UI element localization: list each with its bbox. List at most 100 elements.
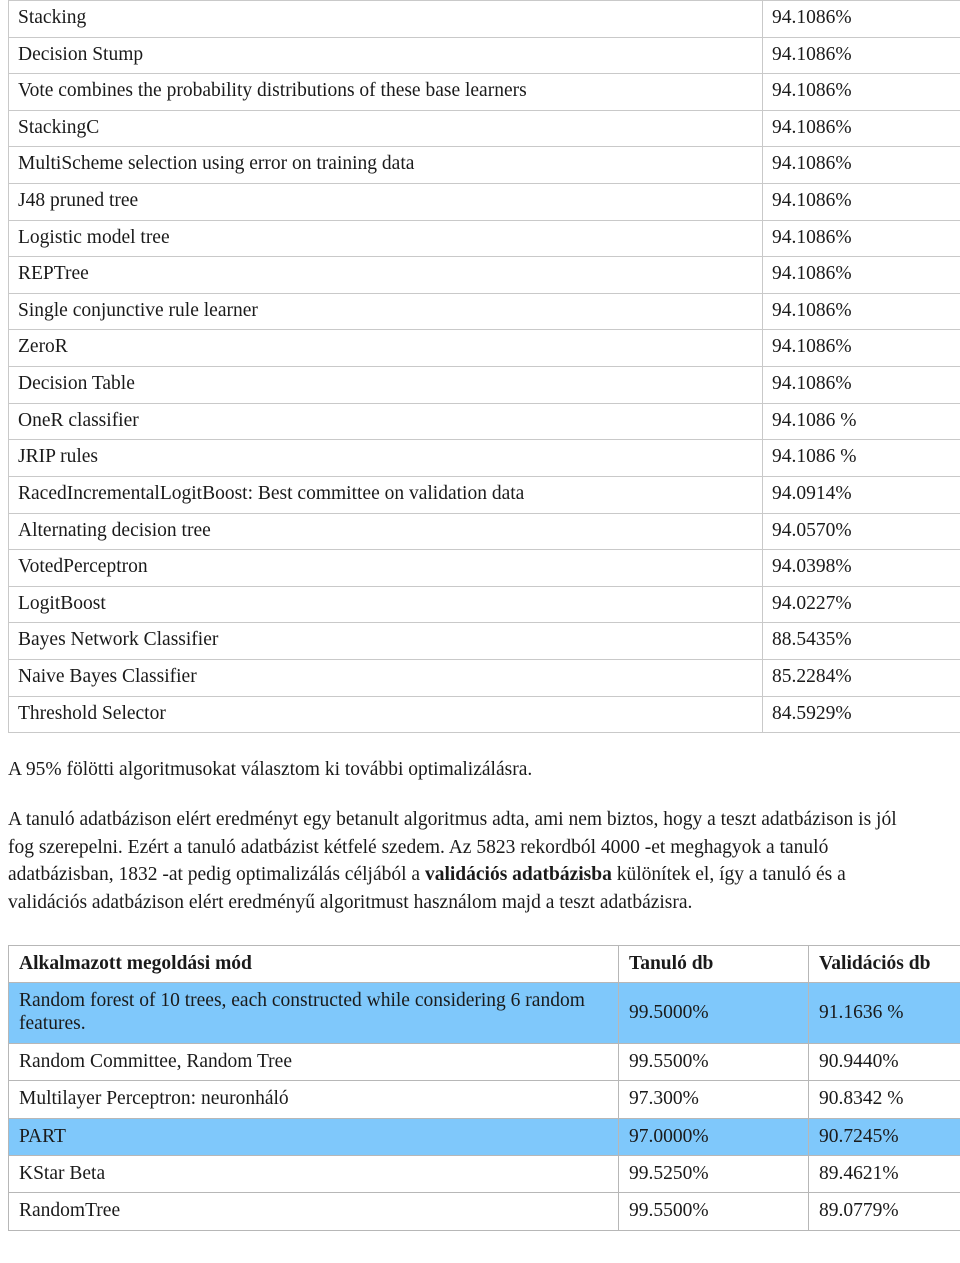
- table-row: Random forest of 10 trees, each construc…: [8, 982, 960, 1044]
- table-row: J48 pruned tree 94.1086%: [8, 183, 960, 221]
- algorithm-accuracy-cell: 85.2284%: [762, 658, 960, 697]
- training-accuracy-cell: 99.5000%: [618, 982, 809, 1044]
- algorithm-name-cell: MultiScheme selection using error on tra…: [8, 146, 763, 185]
- algorithm-name-cell: Logistic model tree: [8, 219, 763, 258]
- validation-accuracy-cell: 91.1636 %: [808, 982, 960, 1044]
- spacer-between-paragraphs: [8, 784, 960, 806]
- algorithm-name-cell: ZeroR: [8, 329, 763, 368]
- algorithm-name-cell: LogitBoost: [8, 585, 763, 624]
- algorithm-accuracy-cell: 94.1086%: [762, 219, 960, 258]
- algorithm-accuracy-cell: 94.1086%: [762, 183, 960, 221]
- table-row: Naive Bayes Classifier 85.2284%: [8, 658, 960, 697]
- table-row: Multilayer Perceptron: neuronháló 97.300%…: [8, 1080, 960, 1119]
- table-row: Single conjunctive rule learner 94.1086%: [8, 292, 960, 331]
- algorithm-accuracy-cell: 84.5929%: [762, 695, 960, 734]
- algorithm-results-table: Stacking 94.1086% Decision Stump 94.1086% Vo…: [8, 0, 960, 734]
- header-train-db: Tanuló db: [618, 944, 809, 984]
- solution-method-cell: Random forest of 10 trees, each construc…: [8, 982, 619, 1044]
- algorithm-name-cell: RacedIncrementalLogitBoost: Best committ…: [8, 475, 763, 514]
- table-row: ZeroR 94.1086%: [8, 329, 960, 368]
- algorithm-accuracy-cell: 94.1086%: [762, 292, 960, 331]
- algorithm-name-cell: Threshold Selector: [8, 695, 763, 734]
- algorithm-results-body: Stacking 94.1086% Decision Stump 94.1086% Vo…: [8, 0, 960, 734]
- spacer-after-results-table: [8, 733, 960, 756]
- table-row: OneR classifier 94.1086 %: [8, 402, 960, 441]
- solution-method-cell: RandomTree: [8, 1192, 619, 1231]
- table-row: RandomTree 99.5500% 89.0779%: [8, 1192, 960, 1231]
- intro-paragraph: A 95% fölötti algoritmusokat választom k…: [8, 759, 533, 781]
- header-validation-db: Validációs db: [808, 944, 960, 984]
- training-accuracy-cell: 97.0000%: [618, 1117, 809, 1156]
- chosen-solutions-table: Alkalmazott megoldási mód Tanuló db Vali…: [8, 944, 960, 1231]
- algorithm-accuracy-cell: 94.1086%: [762, 256, 960, 294]
- table-row: Random Committee, Random Tree 99.5500% 90.…: [8, 1042, 960, 1082]
- body-paragraph: A tanuló adatbázison elért eredményt egy…: [8, 806, 908, 917]
- table-row: VotedPerceptron 94.0398%: [8, 549, 960, 587]
- algorithm-accuracy-cell: 94.0914%: [762, 475, 960, 514]
- training-accuracy-cell: 99.5500%: [618, 1042, 809, 1082]
- spacer-before-chosen-table: [8, 917, 960, 945]
- training-accuracy-cell: 97.300%: [618, 1080, 809, 1119]
- table-row: REPTree 94.1086%: [8, 256, 960, 294]
- table-row: Vote combines the probability distributi…: [8, 73, 960, 111]
- training-accuracy-cell: 99.5250%: [618, 1154, 809, 1194]
- chosen-solutions-head: Alkalmazott megoldási mód Tanuló db Vali…: [8, 944, 960, 984]
- algorithm-name-cell: Single conjunctive rule learner: [8, 292, 763, 331]
- algorithm-accuracy-cell: 94.1086 %: [762, 439, 960, 477]
- table-row: Bayes Network Classifier 88.5435%: [8, 622, 960, 660]
- solution-method-cell: KStar Beta: [8, 1154, 619, 1194]
- algorithm-accuracy-cell: 94.1086%: [762, 73, 960, 111]
- algorithm-accuracy-cell: 94.0227%: [762, 585, 960, 624]
- algorithm-name-cell: Naive Bayes Classifier: [8, 658, 763, 697]
- algorithm-name-cell: VotedPerceptron: [8, 549, 763, 587]
- validation-accuracy-cell: 89.4621%: [808, 1154, 960, 1194]
- algorithm-name-cell: REPTree: [8, 256, 763, 294]
- algorithm-accuracy-cell: 94.1086%: [762, 146, 960, 185]
- table-row: Decision Table 94.1086%: [8, 366, 960, 404]
- algorithm-accuracy-cell: 94.1086%: [762, 329, 960, 368]
- training-accuracy-cell: 99.5500%: [618, 1192, 809, 1231]
- chosen-solutions-body: Random forest of 10 trees, each construc…: [8, 982, 960, 1231]
- validation-accuracy-cell: 90.8342 %: [808, 1080, 960, 1119]
- validation-accuracy-cell: 90.7245%: [808, 1117, 960, 1156]
- body-bold-validation: validációs adatbázisba: [424, 864, 612, 886]
- document-page: Stacking 94.1086% Decision Stump 94.1086% Vo…: [8, 0, 960, 1231]
- algorithm-name-cell: Vote combines the probability distributi…: [8, 73, 763, 111]
- table-row: JRIP rules 94.1086 %: [8, 439, 960, 477]
- table-row: KStar Beta 99.5250% 89.4621%: [8, 1154, 960, 1194]
- table-row: Stacking 94.1086%: [8, 0, 960, 38]
- algorithm-accuracy-cell: 94.0398%: [762, 549, 960, 587]
- algorithm-name-cell: OneR classifier: [8, 402, 763, 441]
- algorithm-name-cell: Decision Stump: [8, 36, 763, 75]
- table-row: Threshold Selector 84.5929%: [8, 695, 960, 734]
- table-row: Decision Stump 94.1086%: [8, 36, 960, 75]
- algorithm-accuracy-cell: 94.1086%: [762, 36, 960, 75]
- algorithm-name-cell: Alternating decision tree: [8, 512, 763, 551]
- table-header-row: Alkalmazott megoldási mód Tanuló db Vali…: [8, 944, 960, 984]
- validation-accuracy-cell: 90.9440%: [808, 1042, 960, 1082]
- algorithm-name-cell: J48 pruned tree: [8, 183, 763, 221]
- algorithm-accuracy-cell: 94.1086 %: [762, 402, 960, 441]
- algorithm-name-cell: StackingC: [8, 109, 763, 148]
- table-row: RacedIncrementalLogitBoost: Best committ…: [8, 475, 960, 514]
- table-row: MultiScheme selection using error on tra…: [8, 146, 960, 185]
- algorithm-accuracy-cell: 88.5435%: [762, 622, 960, 660]
- algorithm-name-cell: JRIP rules: [8, 439, 763, 477]
- table-row: LogitBoost 94.0227%: [8, 585, 960, 624]
- table-row: StackingC 94.1086%: [8, 109, 960, 148]
- algorithm-accuracy-cell: 94.1086%: [762, 366, 960, 404]
- solution-method-cell: PART: [8, 1117, 619, 1156]
- validation-accuracy-cell: 89.0779%: [808, 1192, 960, 1231]
- solution-method-cell: Random Committee, Random Tree: [8, 1042, 619, 1082]
- algorithm-name-cell: Decision Table: [8, 366, 763, 404]
- algorithm-accuracy-cell: 94.1086%: [762, 109, 960, 148]
- algorithm-name-cell: Stacking: [8, 0, 763, 38]
- table-row: Logistic model tree 94.1086%: [8, 219, 960, 258]
- algorithm-accuracy-cell: 94.0570%: [762, 512, 960, 551]
- algorithm-name-cell: Bayes Network Classifier: [8, 622, 763, 660]
- solution-method-cell: Multilayer Perceptron: neuronháló: [8, 1080, 619, 1119]
- header-method: Alkalmazott megoldási mód: [8, 944, 619, 984]
- table-row: PART 97.0000% 90.7245%: [8, 1117, 960, 1156]
- table-row: Alternating decision tree 94.0570%: [8, 512, 960, 551]
- algorithm-accuracy-cell: 94.1086%: [762, 0, 960, 38]
